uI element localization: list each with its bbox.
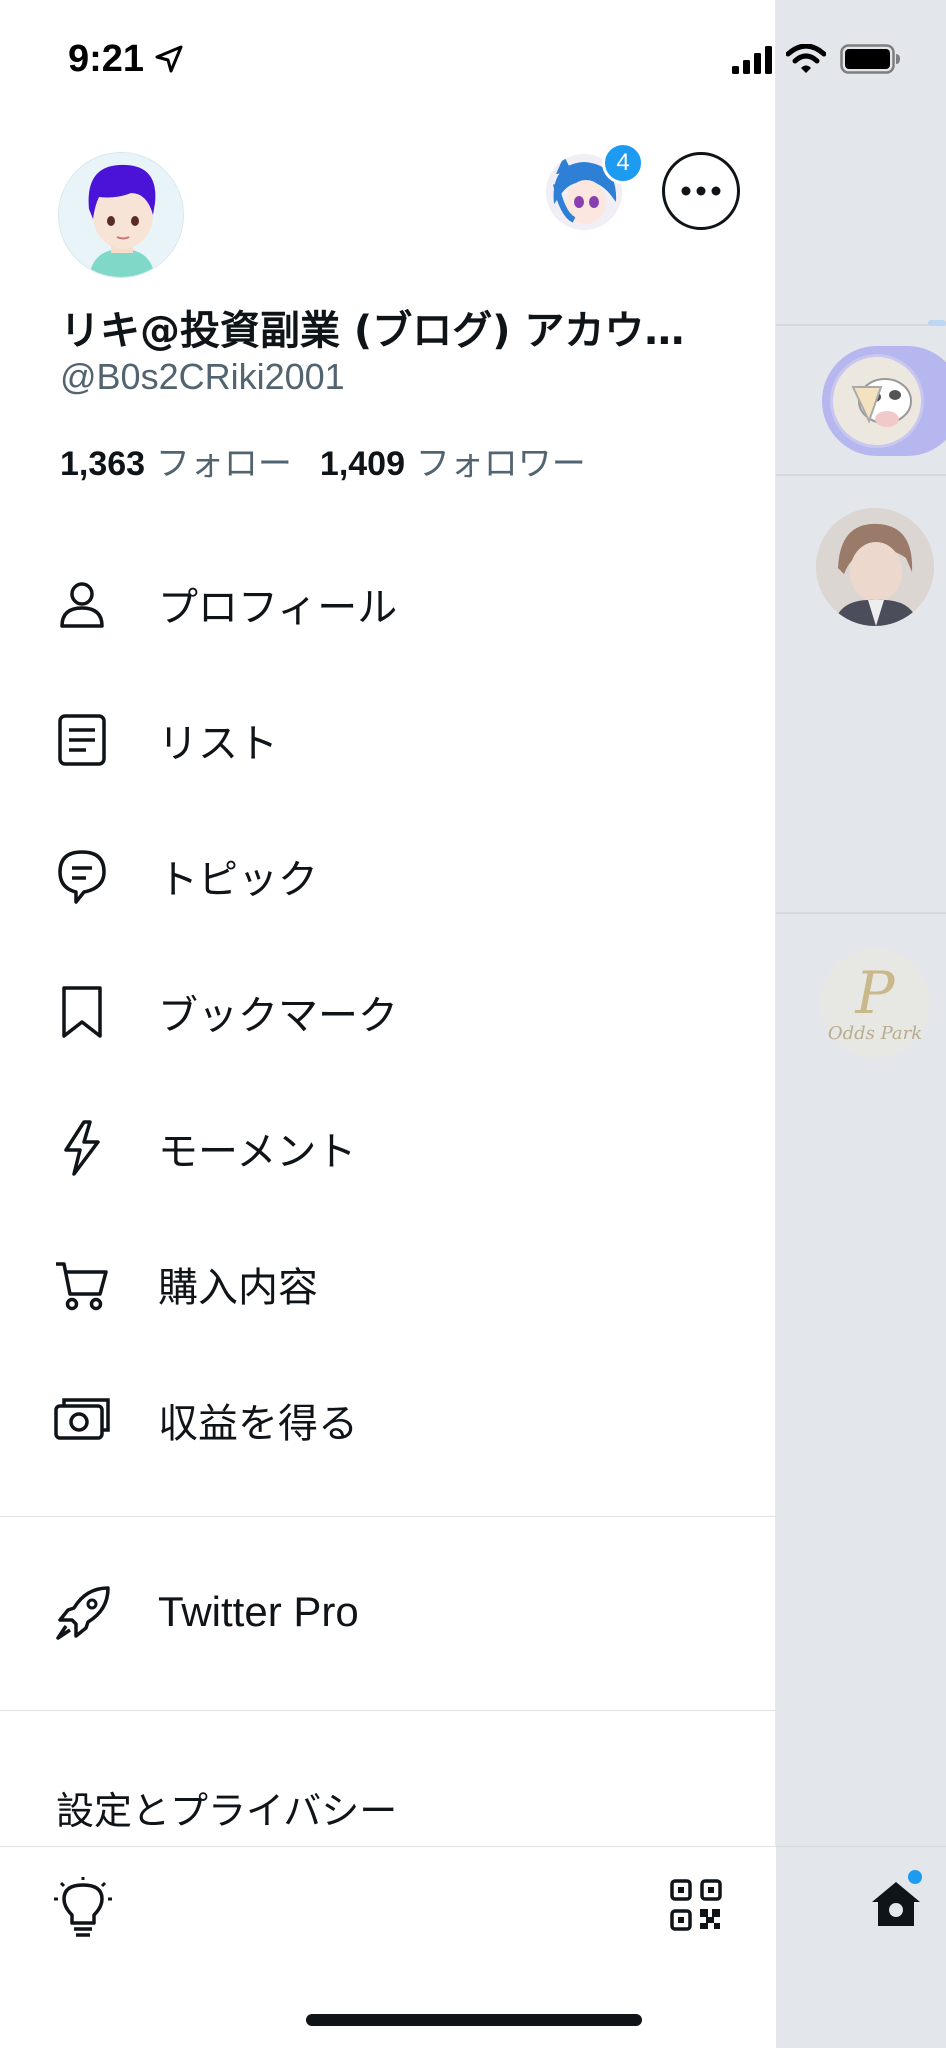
menu-item-label: モーメント	[158, 1129, 357, 1175]
menu-divider	[0, 1710, 776, 1711]
menu-item-label: 収益を得る	[158, 1401, 358, 1447]
navigation-drawer: 9:21 4 リキ@投資副業 (ブログ) アカウ… @B0s2CRiki2001…	[0, 0, 776, 2048]
qr-code-icon[interactable]	[670, 1879, 722, 1931]
menu-item-label: 購入内容	[158, 1265, 318, 1311]
menu-item-label: プロフィール	[158, 585, 398, 631]
more-dots-icon	[681, 186, 721, 196]
menu-item-label: ブックマーク	[158, 993, 398, 1039]
display-name[interactable]: リキ@投資副業 (ブログ) アカウ…	[60, 298, 684, 356]
following-label: フォロー	[155, 444, 292, 484]
followers-link[interactable]: 1,409 フォロワー	[320, 444, 586, 484]
cellular-signal-icon	[732, 46, 772, 74]
follow-stats: 1,363 フォロー 1,409 フォロワー	[60, 436, 586, 485]
menu-item-purchases[interactable]: 購入内容	[0, 1216, 776, 1352]
home-notification-dot	[908, 1870, 922, 1884]
followers-count: 1,409	[319, 445, 405, 483]
more-accounts-button[interactable]	[662, 152, 740, 230]
following-count: 1,363	[60, 445, 146, 483]
wifi-icon	[786, 44, 826, 73]
menu-item-label: トピック	[158, 857, 318, 903]
menu-item-topics[interactable]: トピック	[0, 808, 776, 944]
location-arrow-icon	[155, 45, 183, 73]
odds-park-logo-text: Odds Park	[827, 1022, 923, 1044]
odds-park-logo[interactable]: P Odds Park	[820, 948, 930, 1058]
menu-item-monetization[interactable]: 収益を得る	[0, 1352, 776, 1488]
list-icon	[58, 714, 106, 766]
refresh-indicator	[928, 320, 946, 326]
settings-and-privacy-link[interactable]: 設定とプライバシー	[56, 1780, 397, 1835]
menu-divider	[0, 1516, 776, 1517]
menu-item-moments[interactable]: モーメント	[0, 1080, 776, 1216]
cart-icon	[56, 1262, 108, 1311]
home-icon[interactable]	[868, 1876, 924, 1932]
lightning-icon	[64, 1120, 100, 1176]
following-link[interactable]: 1,363 フォロー	[60, 444, 292, 484]
rocket-icon	[56, 1586, 110, 1640]
feed-divider	[776, 474, 946, 476]
menu-item-twitter-pro[interactable]: Twitter Pro	[0, 1548, 776, 1678]
menu-item-label: リスト	[158, 721, 278, 767]
lightbulb-icon[interactable]	[52, 1877, 114, 1941]
status-time: 9:21	[68, 38, 145, 80]
battery-icon	[840, 44, 900, 74]
background-timeline[interactable]: P Odds Park	[776, 0, 946, 2048]
feed-user-avatar[interactable]	[816, 508, 934, 626]
person-icon	[60, 582, 104, 628]
odds-park-logo-letter: P	[855, 958, 895, 1027]
twitter-pro-label: Twitter Pro	[158, 1588, 359, 1635]
account-notification-badge: 4	[602, 142, 644, 184]
menu-item-bookmarks[interactable]: ブックマーク	[0, 944, 776, 1080]
profile-avatar[interactable]	[58, 152, 184, 278]
menu-item-lists[interactable]: リスト	[0, 672, 776, 808]
user-handle[interactable]: @B0s2CRiki2001	[60, 356, 345, 398]
feed-divider	[776, 324, 946, 326]
space-host-avatar[interactable]	[830, 354, 924, 448]
menu-item-profile[interactable]: プロフィール	[0, 536, 776, 672]
feed-divider	[776, 912, 946, 914]
topic-icon	[58, 850, 106, 904]
money-icon	[54, 1398, 110, 1440]
status-bar: 9:21	[0, 0, 776, 120]
bookmark-icon	[62, 986, 102, 1038]
followers-label: フォロワー	[415, 444, 586, 484]
home-indicator[interactable]	[306, 2014, 642, 2026]
